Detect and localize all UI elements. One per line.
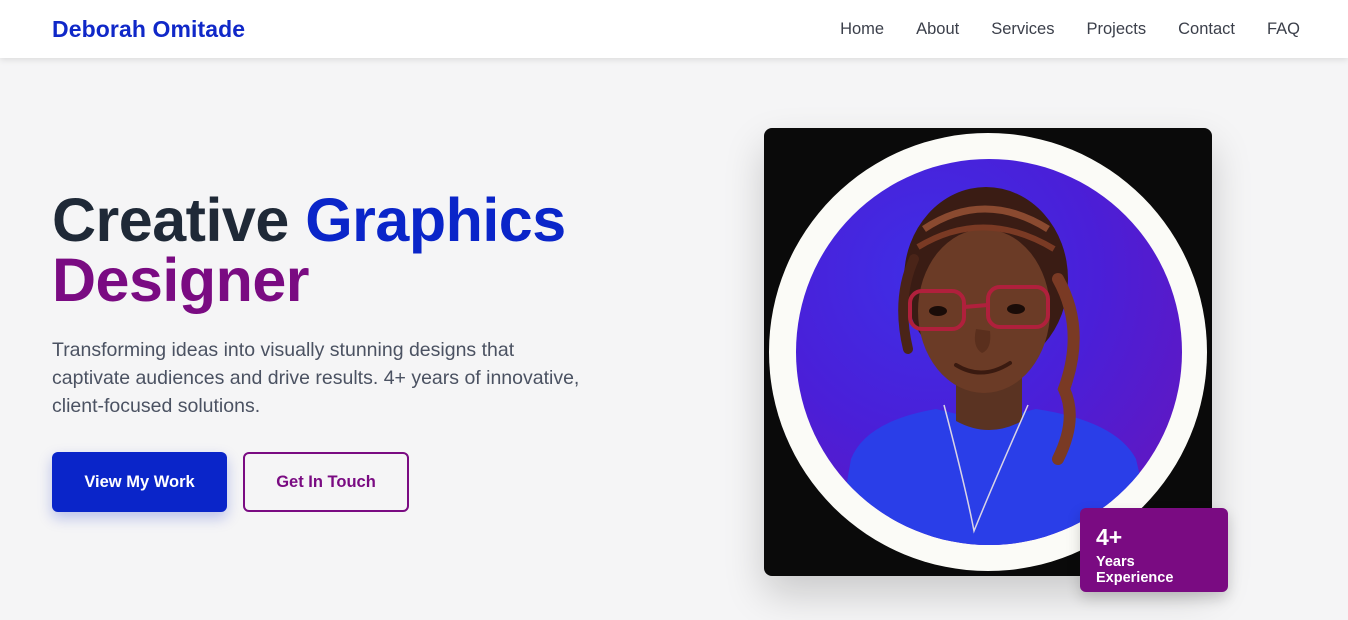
- nav-about[interactable]: About: [916, 20, 959, 39]
- brand-logo-text[interactable]: Deborah Omitade: [52, 16, 245, 43]
- nav-home[interactable]: Home: [840, 20, 884, 39]
- hero-title: Creative Graphics Designer: [52, 190, 612, 314]
- profile-photo: [796, 159, 1182, 545]
- hero-description: Transforming ideas into visually stunnin…: [52, 339, 580, 417]
- experience-badge: 4+ Years Experience: [1080, 508, 1228, 592]
- experience-years: 4+: [1096, 524, 1123, 550]
- nav-faq[interactable]: FAQ: [1267, 20, 1300, 39]
- portrait-illustration: [836, 187, 1156, 545]
- nav-projects[interactable]: Projects: [1087, 20, 1147, 39]
- hero-title-creative: Creative: [52, 186, 289, 254]
- nav-services[interactable]: Services: [991, 20, 1054, 39]
- navbar: Deborah Omitade Home About Services Proj…: [0, 0, 1348, 58]
- nav-menu: Home About Services Projects Contact FAQ: [840, 20, 1300, 39]
- get-in-touch-button[interactable]: Get In Touch: [243, 452, 409, 512]
- hero-title-designer: Designer: [52, 246, 310, 314]
- experience-label: Years Experience: [1096, 554, 1174, 586]
- nav-contact[interactable]: Contact: [1178, 20, 1235, 39]
- hero-buttons: View My Work Get In Touch: [52, 452, 612, 512]
- hero-title-graphics: Graphics: [305, 186, 566, 254]
- view-my-work-button[interactable]: View My Work: [52, 452, 227, 512]
- hero-section: Creative Graphics Designer Transforming …: [52, 190, 612, 512]
